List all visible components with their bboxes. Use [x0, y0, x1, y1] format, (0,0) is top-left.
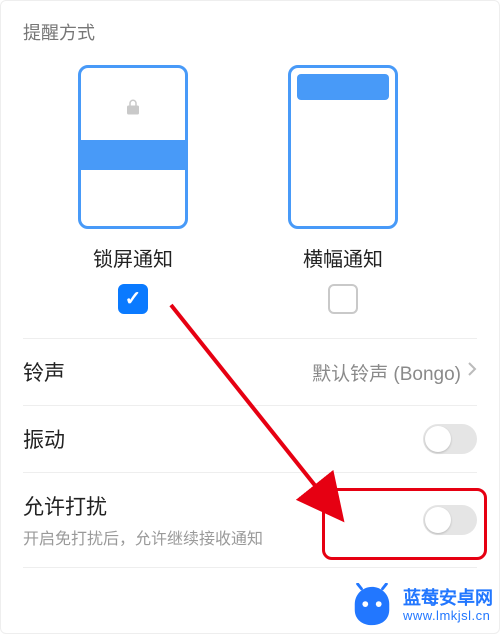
option-lockscreen-label: 锁屏通知: [93, 243, 173, 272]
option-lockscreen-checkbox[interactable]: [118, 284, 148, 314]
vibration-toggle[interactable]: [423, 424, 477, 454]
row-ringtone[interactable]: 铃声 默认铃声 (Bongo): [23, 338, 477, 405]
option-lockscreen[interactable]: 锁屏通知: [63, 65, 203, 314]
ringtone-label: 铃声: [23, 357, 65, 387]
lockscreen-preview: [78, 65, 188, 229]
watermark-logo-icon: [349, 583, 395, 629]
allow-disturb-sub: 开启免打扰后，允许继续接收通知: [23, 525, 263, 549]
row-vibration: 振动: [23, 405, 477, 472]
vibration-label: 振动: [23, 424, 65, 454]
section-title: 提醒方式: [23, 19, 477, 45]
option-banner-label: 横幅通知: [303, 243, 383, 272]
notification-style-options: 锁屏通知 横幅通知: [23, 65, 477, 314]
option-banner-checkbox[interactable]: [328, 284, 358, 314]
ringtone-value: 默认铃声 (Bongo): [312, 359, 461, 386]
allow-disturb-label: 允许打扰: [23, 491, 263, 521]
option-banner[interactable]: 横幅通知: [273, 65, 413, 314]
watermark-title: 蓝莓安卓网: [403, 588, 493, 609]
banner-bar: [297, 74, 389, 100]
settings-screen: 提醒方式 锁屏通知 横幅通知 铃声 默认铃声 (Bongo): [0, 0, 500, 634]
chevron-right-icon: [467, 361, 477, 383]
banner-preview: [288, 65, 398, 229]
watermark: 蓝莓安卓网 www.lmkjsl.cn: [349, 583, 493, 629]
annotation-highlight-box: [322, 488, 487, 560]
toggle-knob: [425, 426, 451, 452]
ringtone-value-wrap: 默认铃声 (Bongo): [312, 359, 477, 386]
lock-icon: [124, 96, 142, 124]
lockscreen-banner-bar: [81, 140, 185, 170]
watermark-url: www.lmkjsl.cn: [403, 609, 493, 624]
